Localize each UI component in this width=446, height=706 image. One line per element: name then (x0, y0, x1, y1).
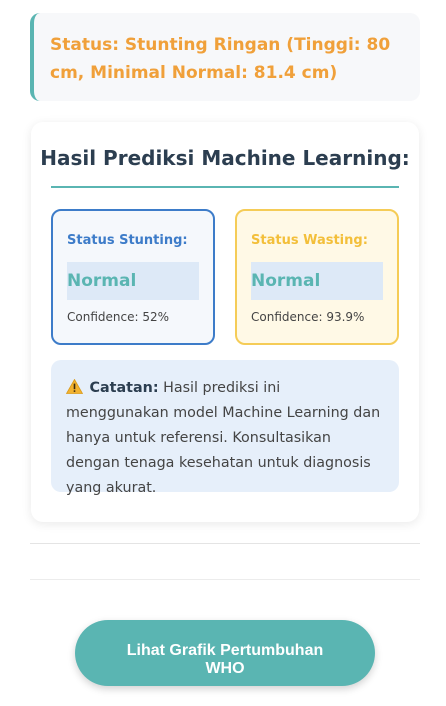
stunting-label: Status Stunting: (67, 233, 188, 248)
wasting-value: Normal (251, 262, 383, 300)
page: Status: Stunting Ringan (Tinggi: 80 cm, … (0, 0, 446, 706)
stunting-prediction-box: Status Stunting: Normal Confidence: 52% (51, 209, 215, 345)
prediction-title: Hasil Prediksi Machine Learning: (40, 146, 410, 170)
warning-icon (65, 378, 84, 394)
wasting-label: Status Wasting: (251, 233, 368, 248)
ml-prediction-card: Hasil Prediksi Machine Learning: Status … (31, 122, 419, 522)
section-divider (30, 543, 420, 544)
title-divider (51, 186, 399, 188)
wasting-prediction-box: Status Wasting: Normal Confidence: 93.9% (235, 209, 399, 345)
note-text: Hasil prediksi ini menggunakan model Mac… (66, 380, 381, 496)
stunting-confidence: Confidence: 52% (67, 310, 169, 324)
wasting-confidence: Confidence: 93.9% (251, 310, 365, 324)
note-label: Catatan: (89, 380, 159, 396)
stunting-status-alert: Status: Stunting Ringan (Tinggi: 80 cm, … (30, 13, 420, 101)
who-growth-chart-button[interactable]: Lihat Grafik Pertumbuhan WHO (75, 620, 375, 686)
section-divider (30, 579, 420, 580)
note-box: Catatan: Hasil prediksi ini menggunakan … (51, 360, 399, 496)
status-text: Status: Stunting Ringan (Tinggi: 80 cm, … (50, 35, 391, 83)
stunting-value: Normal (67, 262, 199, 300)
